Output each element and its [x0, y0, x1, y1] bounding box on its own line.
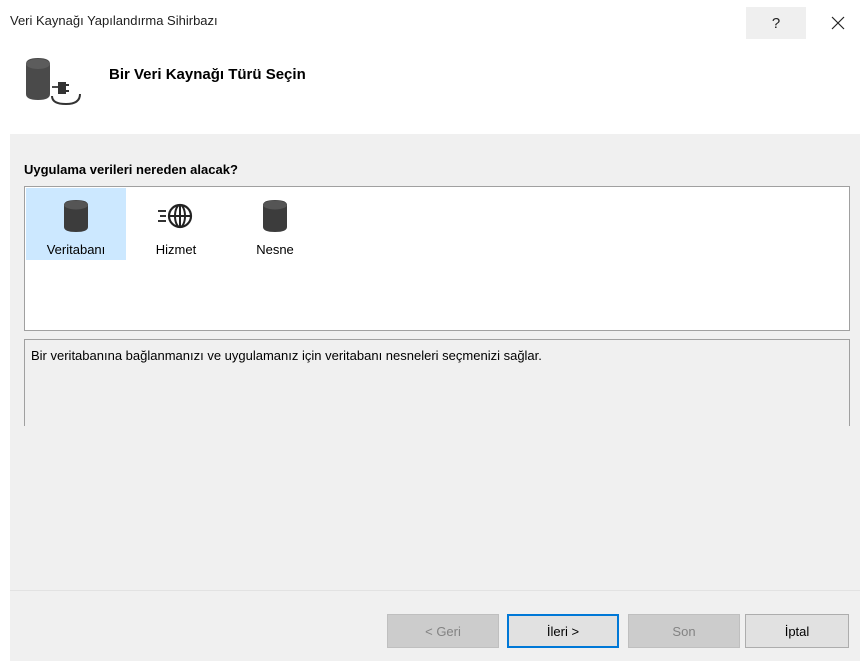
cancel-button[interactable]: İptal — [745, 614, 849, 648]
type-item-database[interactable]: Veritabanı — [26, 188, 126, 260]
page-title: Bir Veri Kaynağı Türü Seçin — [109, 66, 306, 83]
description-box: Bir veritabanına bağlanmanızı ve uygulam… — [24, 339, 850, 426]
question-label: Uygulama verileri nereden alacak? — [24, 162, 238, 177]
close-icon — [831, 16, 845, 30]
help-button[interactable]: ? — [746, 7, 806, 39]
title-bar: Veri Kaynağı Yapılandırma Sihirbazı ? — [0, 0, 860, 44]
footer-divider — [10, 590, 860, 591]
object-icon — [261, 196, 289, 236]
close-button[interactable] — [818, 7, 858, 39]
type-item-object[interactable]: Nesne — [225, 188, 325, 260]
service-globe-icon — [156, 196, 196, 236]
type-item-service[interactable]: Hizmet — [126, 188, 226, 260]
type-item-label: Hizmet — [155, 242, 197, 257]
type-item-label: Nesne — [256, 242, 294, 257]
next-button[interactable]: İleri > — [507, 614, 619, 648]
description-text: Bir veritabanına bağlanmanızı ve uygulam… — [31, 348, 542, 363]
type-item-label: Veritabanı — [46, 242, 106, 257]
window-title: Veri Kaynağı Yapılandırma Sihirbazı — [10, 13, 218, 28]
database-plug-icon — [22, 56, 86, 108]
finish-button[interactable]: Son — [628, 614, 740, 648]
data-source-type-list[interactable]: Veritabanı Hizmet Nesne — [24, 186, 850, 331]
back-button[interactable]: < Geri — [387, 614, 499, 648]
database-icon — [62, 196, 90, 236]
